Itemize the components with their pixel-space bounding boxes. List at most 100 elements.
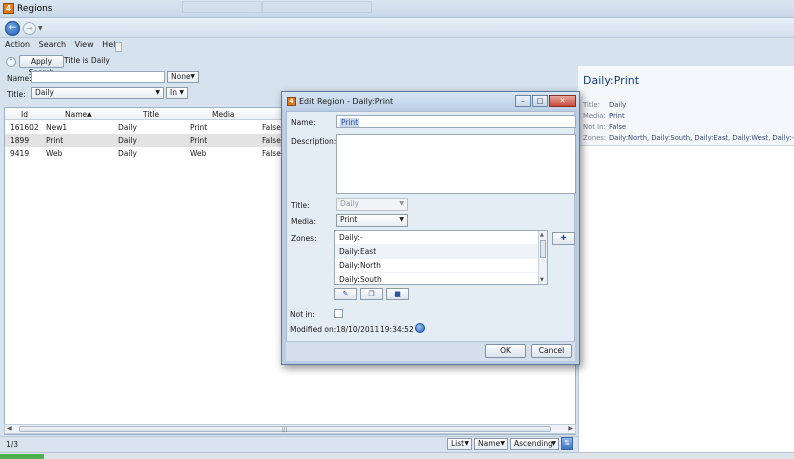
column-header-title[interactable]: Title — [143, 110, 159, 119]
app-icon: 4 — [3, 3, 14, 14]
chevron-down-icon: ▼ — [399, 200, 404, 207]
view-mode-select[interactable]: List ▼ — [447, 438, 472, 450]
cell-id: 1899 — [10, 136, 30, 145]
cell-media: Print — [190, 123, 208, 132]
menu-search[interactable]: Search — [39, 40, 66, 49]
sort-field-select[interactable]: Name ▼ — [474, 438, 508, 450]
dialog-title: Edit Region - Daily:Print — [299, 97, 394, 106]
detail-value-not-in: False — [609, 123, 627, 131]
media-select[interactable]: Print ▼ — [336, 214, 408, 227]
scrollbar-thumb[interactable] — [540, 240, 546, 258]
column-header-name[interactable]: Name — [65, 110, 87, 119]
remove-zone-icon[interactable]: ■ — [386, 288, 409, 300]
chevron-down-icon: ▼ — [551, 440, 556, 447]
forward-arrow-icon[interactable]: → — [23, 22, 36, 35]
dialog-footer: OK Cancel — [286, 341, 575, 361]
detail-value-zones: Daily:North, Daily:South, Daily:East, Da… — [609, 134, 794, 142]
vertical-scrollbar[interactable]: ▲ ▼ — [538, 231, 547, 284]
cell-id: 9419 — [10, 149, 30, 158]
close-icon[interactable]: ✕ — [549, 95, 576, 107]
media-label: Media: — [291, 217, 317, 226]
collapse-search-icon[interactable]: ⌃ — [6, 57, 16, 67]
scroll-down-icon[interactable]: ▼ — [540, 277, 544, 283]
scrollbar-thumb[interactable]: ||| — [19, 426, 551, 433]
chevron-down-icon: ▼ — [464, 440, 469, 447]
cell-title: Daily — [118, 123, 137, 132]
cell-name: Print — [46, 136, 64, 145]
apply-search-button[interactable]: Apply Search — [19, 55, 64, 77]
taskbar-strip — [0, 452, 794, 459]
zones-label: Zones: — [291, 234, 317, 243]
record-count: 1/3 — [6, 440, 19, 449]
chevron-down-icon: ▼ — [399, 216, 404, 223]
cell-id: 161602 — [10, 123, 39, 132]
detail-key-zones: Zones: — [583, 134, 607, 142]
description-textarea[interactable] — [336, 134, 576, 194]
add-zone-icon[interactable]: ✚ — [552, 232, 575, 245]
globe-icon[interactable] — [415, 323, 425, 333]
scroll-left-icon[interactable]: ◀ — [7, 425, 12, 432]
cancel-button[interactable]: Cancel — [531, 344, 572, 358]
list-item[interactable]: Daily:East — [335, 245, 538, 259]
grip-icon: ||| — [282, 427, 288, 433]
app-icon: 4 — [287, 97, 296, 106]
menu-view[interactable]: View — [75, 40, 94, 49]
name-operator-select[interactable]: None ▼ — [167, 71, 199, 83]
sort-order-select[interactable]: Ascending ▼ — [510, 438, 559, 450]
list-item[interactable]: Daily:North — [335, 259, 538, 273]
sort-ascending-icon: ▲ — [87, 111, 92, 118]
chevron-down-icon: ▼ — [155, 89, 160, 96]
title-filter-label: Title: — [7, 90, 26, 99]
title-operator-select[interactable]: In ▼ — [166, 87, 188, 99]
not-in-checkbox[interactable] — [334, 309, 343, 318]
minimize-icon[interactable]: – — [515, 95, 531, 107]
copy-zone-icon[interactable]: ❐ — [360, 288, 383, 300]
maximize-icon[interactable]: □ — [532, 95, 548, 107]
column-header-media[interactable]: Media — [212, 110, 235, 119]
title-filter-select[interactable]: Daily ▼ — [31, 87, 164, 99]
name-filter-input[interactable] — [31, 71, 165, 83]
detail-key-media: Media: — [583, 112, 606, 120]
column-header-id[interactable]: Id — [21, 110, 28, 119]
menu-action[interactable]: Action — [5, 40, 30, 49]
chevron-down-icon: ▼ — [179, 89, 184, 96]
list-item[interactable]: Daily:- — [335, 231, 538, 245]
history-dropdown-icon[interactable]: ▼ — [38, 25, 43, 32]
ok-button[interactable]: OK — [485, 344, 526, 358]
toolbar-grip[interactable] — [115, 42, 122, 52]
modified-time: 19:34:52 — [380, 325, 414, 334]
title-filter-value: Daily — [35, 88, 54, 97]
not-in-label: Not in: — [290, 310, 315, 319]
modified-date: 18/10/2011 — [336, 325, 380, 334]
zones-list[interactable]: Daily:- Daily:East Daily:North Daily:Sou… — [334, 230, 548, 285]
edit-zone-icon[interactable]: ✎ — [334, 288, 357, 300]
chevron-down-icon: ▼ — [190, 73, 195, 80]
background-window-ghost — [262, 1, 372, 13]
detail-value-media: Print — [609, 112, 625, 120]
detail-key-not-in: Not In: — [583, 123, 606, 131]
view-mode-value: List — [451, 439, 465, 448]
detail-value-title: Daily — [609, 101, 627, 109]
title-operator-value: In — [170, 88, 177, 97]
name-input-value: Print — [340, 118, 360, 127]
search-summary: Title is Daily — [64, 56, 110, 65]
cell-title: Daily — [118, 136, 137, 145]
dialog-title-bar[interactable]: 4 Edit Region - Daily:Print – □ ✕ — [282, 92, 579, 110]
cell-media: Print — [190, 136, 208, 145]
window-title: Regions — [17, 4, 53, 14]
navigation-bar: ← → ▼ — [0, 18, 794, 38]
sort-toggle-icon[interactable]: ⇅ — [561, 437, 573, 450]
scroll-up-icon[interactable]: ▲ — [540, 232, 544, 238]
title-label: Title: — [291, 201, 310, 210]
sort-order-value: Ascending — [514, 439, 553, 448]
cell-name: Web — [46, 149, 63, 158]
cell-media: Web — [190, 149, 207, 158]
modified-label: Modified on: — [290, 325, 337, 334]
name-input[interactable]: Print — [336, 115, 576, 128]
list-item[interactable]: Daily:South — [335, 273, 538, 284]
description-label: Description: — [291, 137, 337, 146]
scroll-right-icon[interactable]: ▶ — [568, 425, 573, 432]
horizontal-scrollbar[interactable]: ◀ ||| ▶ — [4, 424, 576, 434]
detail-title: Daily:Print — [583, 74, 640, 87]
back-arrow-icon[interactable]: ← — [5, 21, 20, 36]
